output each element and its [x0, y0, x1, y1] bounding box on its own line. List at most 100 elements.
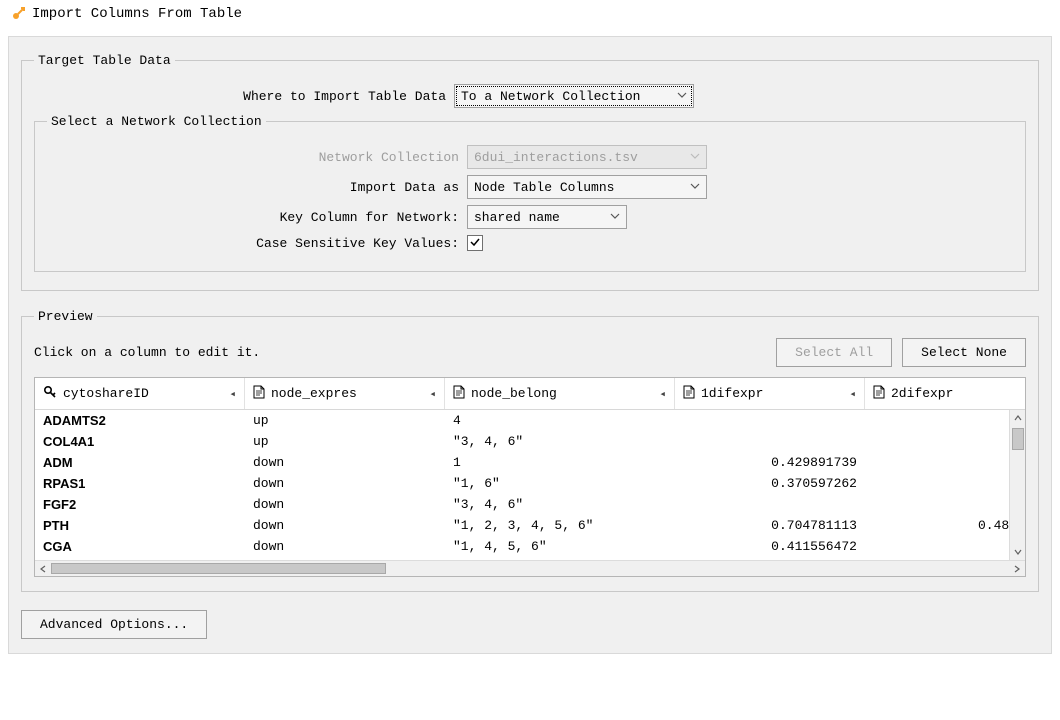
table-row[interactable]: ADAMTS2 up 4 — [35, 410, 1025, 431]
select-none-button[interactable]: Select None — [902, 338, 1026, 367]
target-table-legend: Target Table Data — [34, 53, 175, 68]
network-collection-group: Select a Network Collection Network Coll… — [34, 114, 1026, 272]
import-as-label: Import Data as — [47, 180, 467, 195]
cell: "1, 2, 3, 4, 5, 6" — [445, 518, 675, 533]
cell: down — [245, 539, 445, 554]
select-all-button[interactable]: Select All — [776, 338, 892, 367]
chevron-down-icon — [690, 181, 700, 193]
target-table-group: Target Table Data Where to Import Table … — [21, 53, 1039, 291]
column-name: node_expres — [271, 386, 357, 401]
table-row[interactable]: RPAS1 down "1, 6" 0.370597262 — [35, 473, 1025, 494]
cell: 0.704781113 — [675, 518, 865, 533]
key-column-value: shared name — [474, 210, 560, 225]
cell: PTH — [35, 518, 245, 533]
column-header-node-belong[interactable]: node_belong ◂ — [445, 378, 675, 409]
cell: "1, 6" — [445, 476, 675, 491]
import-as-row: Import Data as Node Table Columns — [47, 175, 1013, 199]
key-column-combo[interactable]: shared name — [467, 205, 627, 229]
document-icon — [873, 385, 885, 403]
table-header-row: cytoshareID ◂ node_expres ◂ — [35, 378, 1025, 410]
sort-left-icon: ◂ — [849, 387, 856, 401]
import-as-value: Node Table Columns — [474, 180, 614, 195]
cell: 4 — [445, 413, 675, 428]
document-icon — [683, 385, 695, 403]
preview-table: cytoshareID ◂ node_expres ◂ — [34, 377, 1026, 577]
cell: up — [245, 434, 445, 449]
cell: down — [245, 476, 445, 491]
check-icon — [469, 236, 481, 251]
table-row[interactable]: CGA down "1, 4, 5, 6" 0.411556472 — [35, 536, 1025, 557]
table-body: ADAMTS2 up 4 COL4A1 up "3, 4, 6" — [35, 410, 1025, 560]
scroll-thumb[interactable] — [51, 563, 386, 574]
scroll-left-icon[interactable] — [35, 565, 51, 573]
column-header-cytoshareid[interactable]: cytoshareID ◂ — [35, 378, 245, 409]
cell: CGA — [35, 539, 245, 554]
column-header-node-expres[interactable]: node_expres ◂ — [245, 378, 445, 409]
sort-left-icon: ◂ — [659, 387, 666, 401]
vertical-scrollbar[interactable] — [1009, 410, 1025, 560]
where-combo[interactable]: To a Network Collection — [454, 84, 694, 108]
preview-toolbar: Click on a column to edit it. Select All… — [34, 338, 1026, 367]
column-header-1difexpr[interactable]: 1difexpr ◂ — [675, 378, 865, 409]
cell: 0.486 — [865, 518, 1025, 533]
table-row[interactable]: PTH down "1, 2, 3, 4, 5, 6" 0.704781113 … — [35, 515, 1025, 536]
scroll-thumb[interactable] — [1012, 428, 1024, 450]
cell: "3, 4, 6" — [445, 497, 675, 512]
window-title: Import Columns From Table — [32, 6, 242, 22]
case-sensitive-checkbox[interactable] — [467, 235, 483, 251]
cell: 0.411556472 — [675, 539, 865, 554]
import-as-combo[interactable]: Node Table Columns — [467, 175, 707, 199]
where-value: To a Network Collection — [461, 89, 640, 104]
collection-value: 6dui_interactions.tsv — [474, 150, 638, 165]
table-row[interactable]: COL4A1 up "3, 4, 6" — [35, 431, 1025, 452]
preview-hint: Click on a column to edit it. — [34, 345, 260, 360]
cell: down — [245, 497, 445, 512]
key-column-label: Key Column for Network: — [47, 210, 467, 225]
sort-left-icon: ◂ — [229, 387, 236, 401]
key-column-row: Key Column for Network: shared name — [47, 205, 1013, 229]
network-collection-legend: Select a Network Collection — [47, 114, 266, 129]
cell: FGF2 — [35, 497, 245, 512]
where-row: Where to Import Table Data To a Network … — [34, 84, 1026, 108]
cell: "3, 4, 6" — [445, 434, 675, 449]
chevron-down-icon — [690, 151, 700, 163]
column-name: 2difexpr — [891, 386, 953, 401]
column-name: cytoshareID — [63, 386, 149, 401]
column-header-2difexpr[interactable]: 2difexpr — [865, 378, 1025, 409]
cell: ADAMTS2 — [35, 413, 245, 428]
cell: down — [245, 455, 445, 470]
case-sensitive-row: Case Sensitive Key Values: — [47, 235, 1013, 251]
scroll-up-icon[interactable] — [1010, 410, 1025, 426]
cell: up — [245, 413, 445, 428]
cell: "1, 4, 5, 6" — [445, 539, 675, 554]
cell: down — [245, 518, 445, 533]
chevron-down-icon — [677, 90, 687, 102]
preview-group: Preview Click on a column to edit it. Se… — [21, 309, 1039, 592]
sort-left-icon: ◂ — [429, 387, 436, 401]
key-icon — [43, 385, 57, 403]
import-columns-dialog: Import Columns From Table Target Table D… — [0, 0, 1060, 654]
column-name: 1difexpr — [701, 386, 763, 401]
document-icon — [253, 385, 265, 403]
where-label: Where to Import Table Data — [34, 89, 454, 104]
cell: 0.370597262 — [675, 476, 865, 491]
table-row[interactable]: FGF2 down "3, 4, 6" — [35, 494, 1025, 515]
scroll-right-icon[interactable] — [1009, 565, 1025, 573]
column-name: node_belong — [471, 386, 557, 401]
cell: COL4A1 — [35, 434, 245, 449]
horizontal-scrollbar[interactable] — [35, 560, 1025, 576]
collection-label: Network Collection — [47, 150, 467, 165]
cell: 1 — [445, 455, 675, 470]
scroll-track[interactable] — [51, 561, 1009, 576]
preview-legend: Preview — [34, 309, 97, 324]
case-sensitive-label: Case Sensitive Key Values: — [47, 236, 467, 251]
cell: 0.429891739 — [675, 455, 865, 470]
scroll-down-icon[interactable] — [1010, 544, 1025, 560]
advanced-row: Advanced Options... — [21, 610, 1039, 639]
cell: ADM — [35, 455, 245, 470]
advanced-options-button[interactable]: Advanced Options... — [21, 610, 207, 639]
chevron-down-icon — [610, 211, 620, 223]
table-row[interactable]: ADM down 1 0.429891739 — [35, 452, 1025, 473]
titlebar: Import Columns From Table — [0, 0, 1060, 28]
content-pane: Target Table Data Where to Import Table … — [8, 36, 1052, 654]
